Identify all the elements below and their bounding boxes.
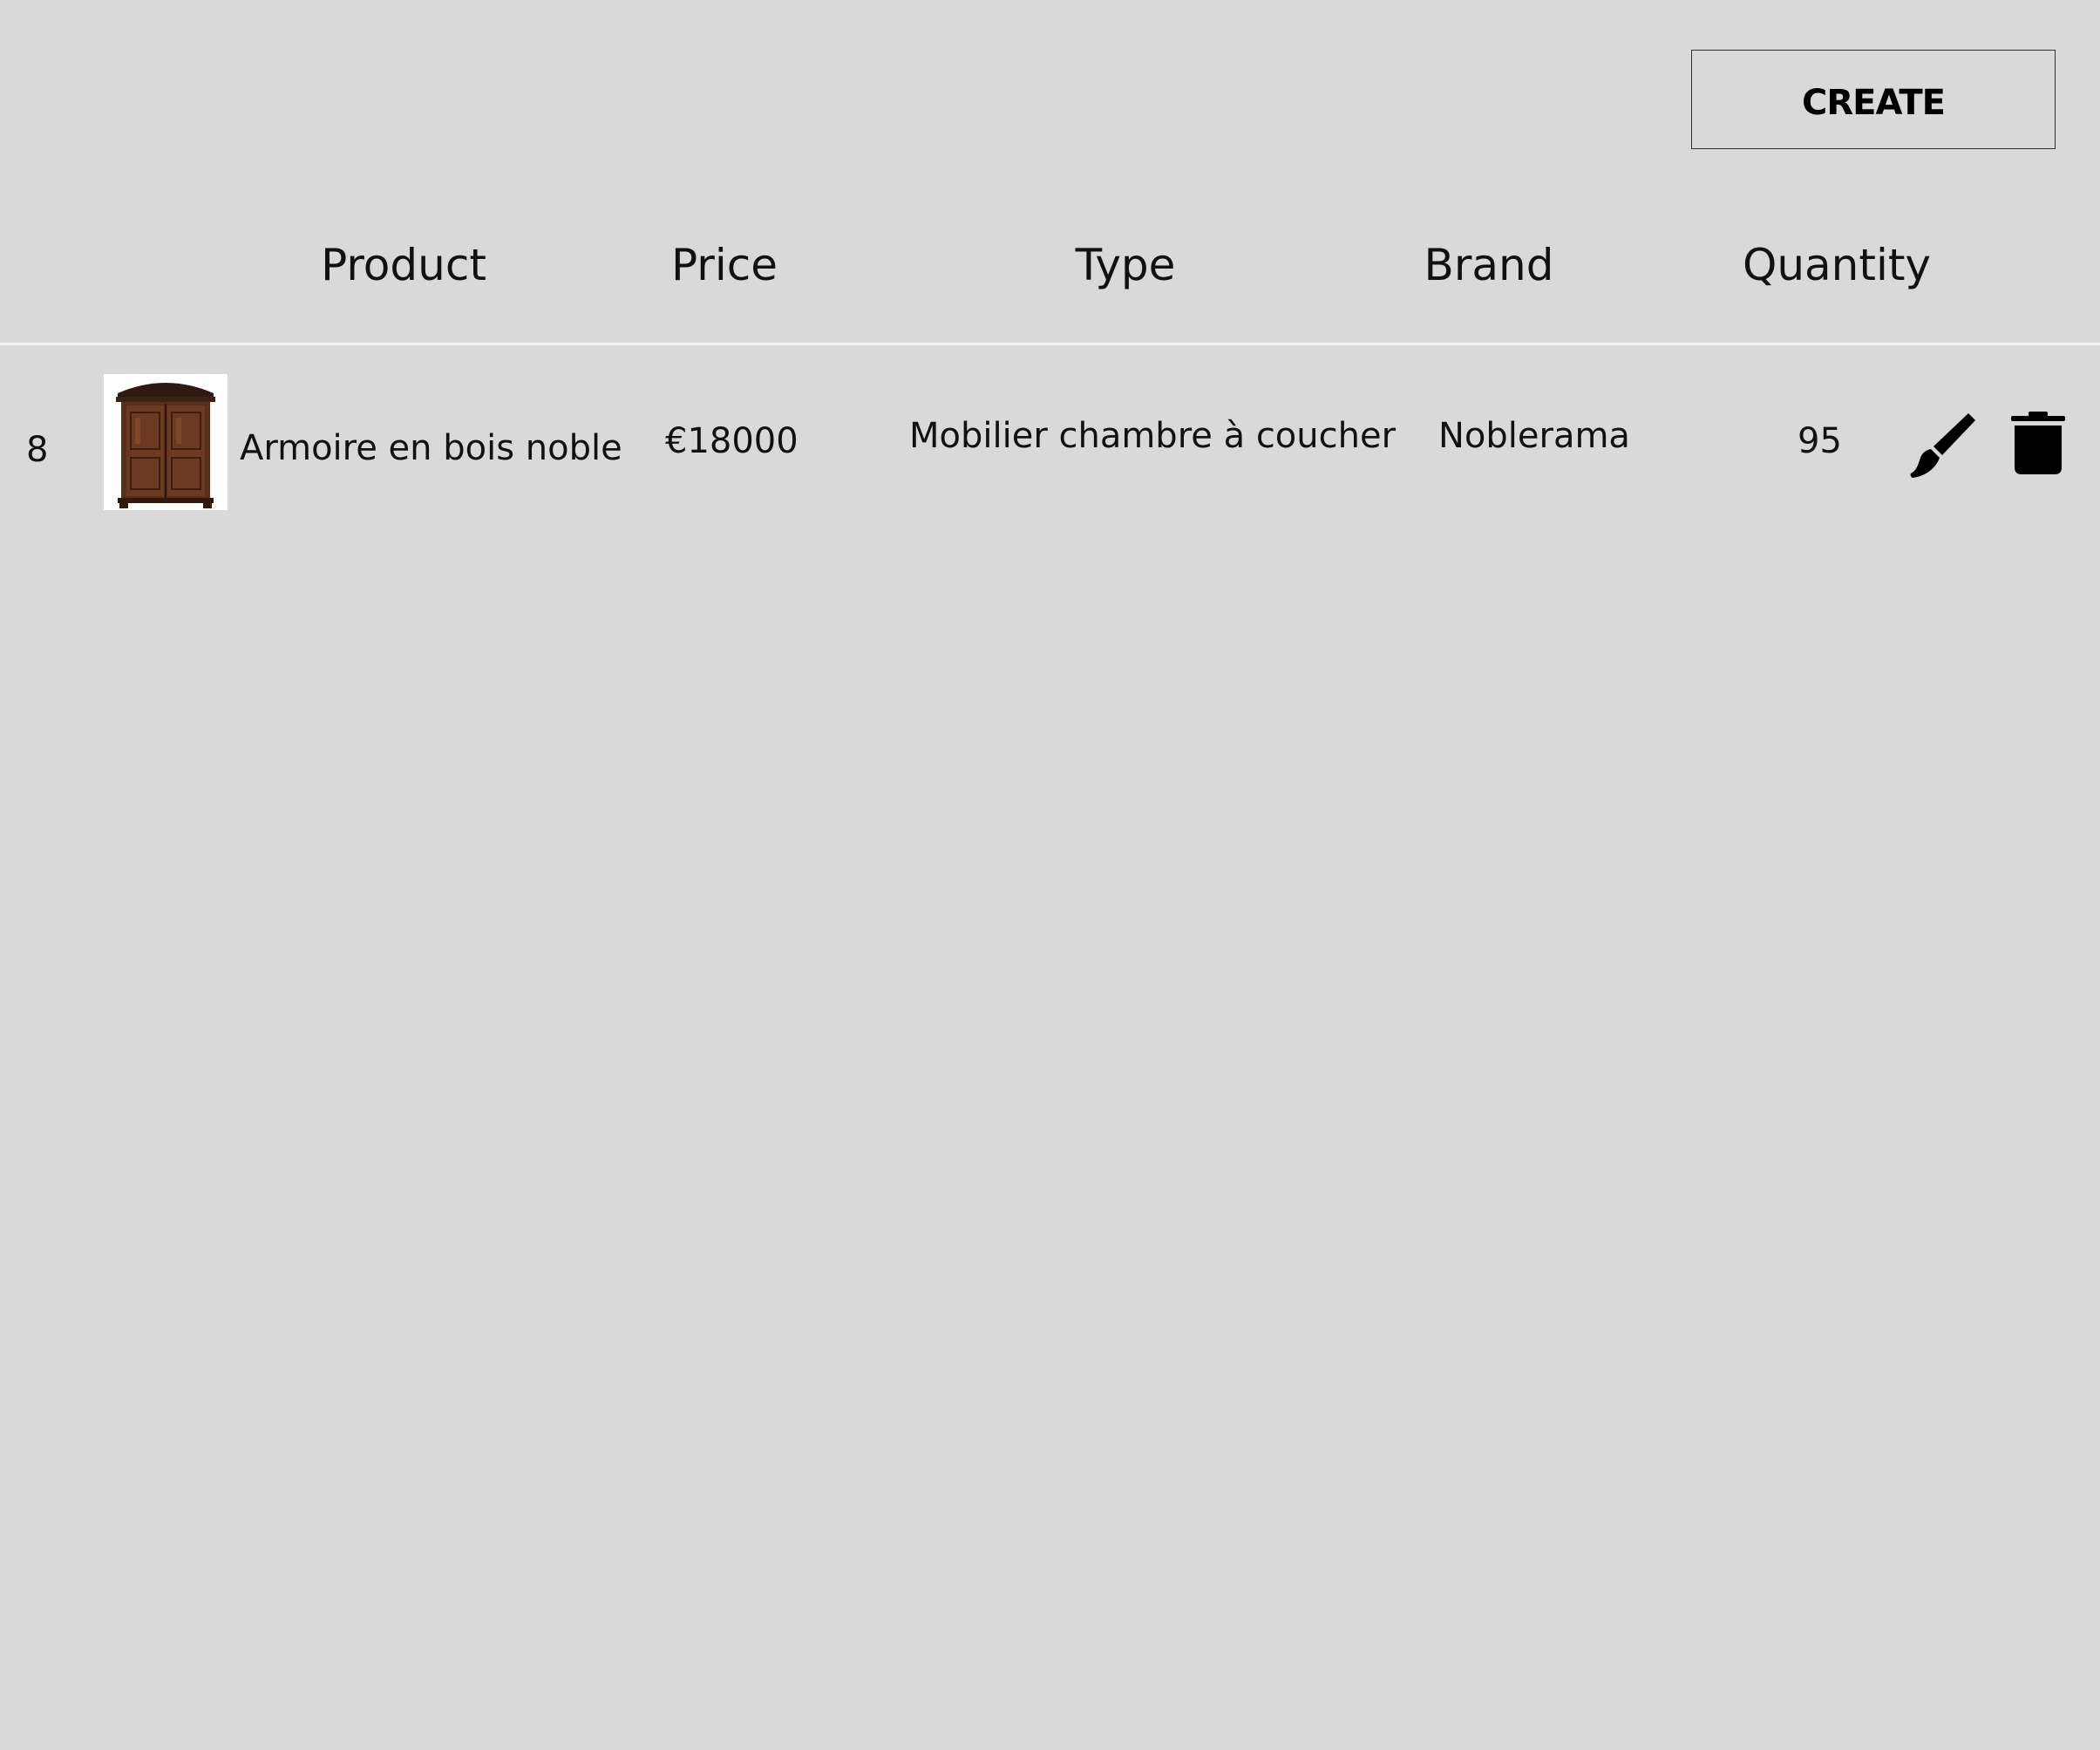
product-type: Mobilier chambre à coucher bbox=[909, 416, 1397, 456]
header-divider bbox=[0, 343, 2100, 345]
wooden-armoire-image bbox=[104, 374, 228, 510]
product-brand: Noblerama bbox=[1438, 416, 1630, 456]
column-header-quantity[interactable]: Quantity bbox=[1743, 237, 1931, 293]
column-header-brand[interactable]: Brand bbox=[1424, 237, 1554, 293]
edit-icon[interactable] bbox=[1907, 410, 1977, 480]
column-header-type[interactable]: Type bbox=[1076, 237, 1176, 293]
product-quantity: 95 bbox=[1798, 421, 1842, 461]
product-admin-page: CREATE Product Price Type Brand Quantity… bbox=[0, 0, 2100, 1750]
column-header-product[interactable]: Product bbox=[321, 237, 486, 293]
trash-icon[interactable] bbox=[2011, 412, 2065, 474]
product-name: Armoire en bois noble bbox=[240, 428, 622, 468]
product-price: €18000 bbox=[665, 421, 799, 461]
create-button[interactable]: CREATE bbox=[1691, 50, 2056, 149]
row-id: 8 bbox=[26, 430, 49, 470]
product-thumbnail bbox=[104, 374, 228, 510]
column-header-price[interactable]: Price bbox=[671, 237, 778, 293]
